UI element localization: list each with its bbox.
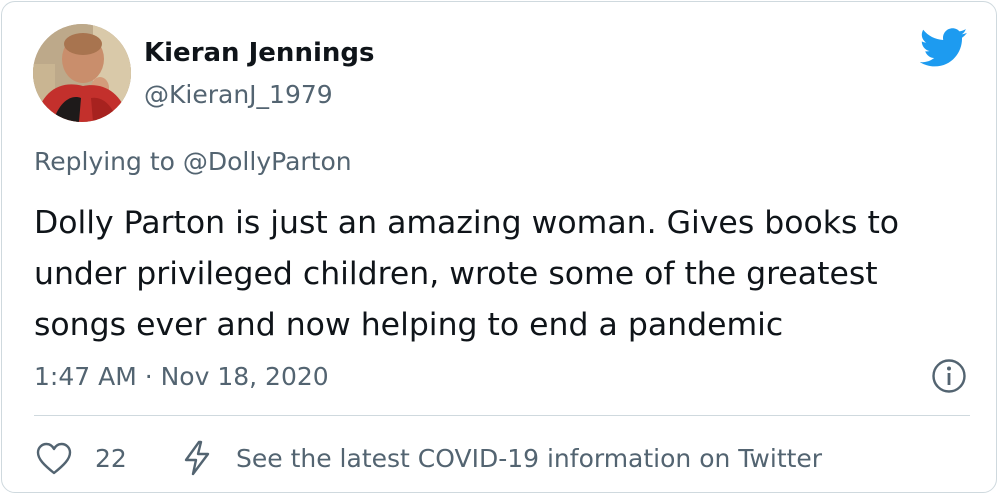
- lightning-bolt-icon: [184, 440, 210, 476]
- divider: [34, 415, 970, 416]
- tweet-timestamp[interactable]: 1:47 AM · Nov 18, 2020: [34, 362, 329, 391]
- like-count[interactable]: 22: [95, 444, 127, 473]
- author-handle[interactable]: @KieranJ_1979: [144, 80, 333, 109]
- covid-info-link[interactable]: See the latest COVID-19 information on T…: [236, 444, 822, 473]
- twitter-bird-icon[interactable]: [920, 28, 968, 68]
- avatar[interactable]: [33, 24, 131, 122]
- author-display-name[interactable]: Kieran Jennings: [144, 38, 374, 68]
- tweet-text: Dolly Parton is just an amazing woman. G…: [34, 205, 900, 343]
- heart-icon[interactable]: [36, 442, 72, 476]
- replying-to[interactable]: Replying to @DollyParton: [34, 147, 352, 176]
- avatar-image: [33, 24, 131, 122]
- tweet-card[interactable]: Kieran Jennings @KieranJ_1979 Replying t…: [1, 1, 997, 493]
- info-icon[interactable]: [931, 358, 967, 394]
